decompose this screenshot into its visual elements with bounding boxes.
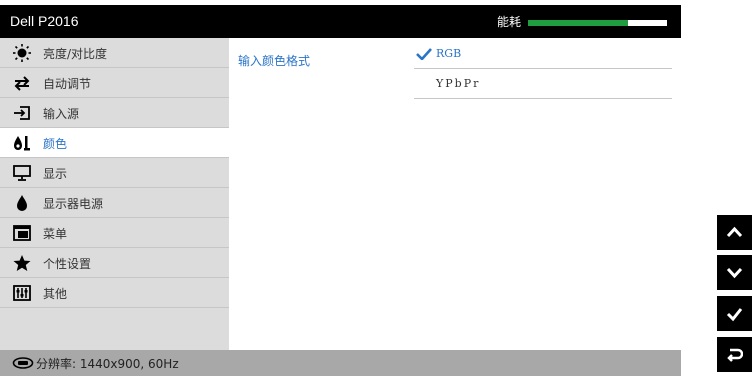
resolution-status: 分辨率: 1440x900, 60Hz [36, 357, 179, 371]
sidebar-item-label: 其他 [43, 287, 68, 301]
option-label: YPbPr [436, 77, 481, 90]
menu-icon [13, 225, 31, 241]
option-ypbpr[interactable]: YPbPr [414, 69, 672, 99]
sidebar-item-auto-adjust[interactable]: 自动调节 [0, 68, 229, 98]
energy-label: 能耗 [497, 15, 522, 29]
sidebar-item-display[interactable]: 显示 [0, 158, 229, 188]
title-bar: Dell P2016 能耗 [0, 5, 681, 38]
input-source-icon [14, 106, 30, 120]
sidebar-item-label: 菜单 [43, 227, 68, 241]
option-label: RGB [436, 47, 462, 60]
sidebar-item-input-source[interactable]: 输入源 [0, 98, 229, 128]
sidebar-item-label: 个性设置 [43, 257, 92, 271]
star-icon [13, 255, 31, 271]
other-icon [13, 285, 31, 301]
chevron-down-icon [726, 267, 743, 279]
sidebar: 亮度/对比度 自动调节 输入源 颜色 显示 显示器电源 菜单 个性设置 其他 [0, 38, 229, 350]
sidebar-item-label: 输入源 [43, 107, 80, 121]
nav-down-button[interactable] [717, 255, 752, 290]
sidebar-item-color[interactable]: 颜色 [0, 128, 229, 158]
status-bar: 分辨率: 1440x900, 60Hz [0, 350, 681, 376]
sidebar-item-menu[interactable]: 菜单 [0, 218, 229, 248]
back-icon [727, 348, 743, 362]
power-icon [17, 195, 27, 211]
sidebar-item-label: 自动调节 [43, 77, 92, 91]
display-icon [13, 165, 31, 181]
resolution-icon [12, 357, 34, 369]
sidebar-item-label: 颜色 [43, 137, 68, 151]
osd-window: Dell P2016 能耗 亮度/对比度 自动调节 输入源 颜色 显示 显示器电… [0, 5, 681, 376]
option-rgb[interactable]: RGB [414, 39, 672, 69]
nav-ok-button[interactable] [717, 296, 752, 331]
chevron-up-icon [726, 226, 743, 238]
energy-meter [528, 20, 667, 26]
check-icon [726, 308, 743, 322]
color-icon [14, 136, 30, 151]
brightness-icon [13, 44, 31, 62]
sidebar-item-label: 显示 [43, 167, 68, 181]
content-panel: 输入颜色格式 RGB YPbPr [229, 38, 681, 350]
energy-meter-fill [528, 20, 629, 26]
sidebar-item-label: 亮度/对比度 [43, 47, 108, 61]
sidebar-item-power[interactable]: 显示器电源 [0, 188, 229, 218]
sidebar-item-label: 显示器电源 [43, 197, 104, 211]
monitor-title: Dell P2016 [10, 13, 79, 29]
sidebar-item-brightness[interactable]: 亮度/对比度 [0, 38, 229, 68]
check-icon [416, 48, 432, 60]
nav-back-button[interactable] [717, 337, 752, 372]
nav-up-button[interactable] [717, 215, 752, 250]
input-color-format-label: 输入颜色格式 [238, 54, 311, 68]
auto-adjust-icon [14, 76, 30, 91]
sidebar-item-personalize[interactable]: 个性设置 [0, 248, 229, 278]
sidebar-item-other[interactable]: 其他 [0, 278, 229, 308]
